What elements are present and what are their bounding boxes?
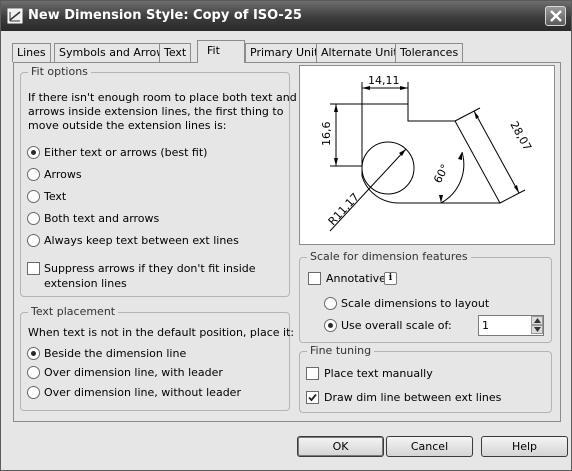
fine-tuning-title: Fine tuning (307, 344, 375, 357)
window-title: New Dimension Style: Copy of ISO-25 (28, 8, 302, 23)
tab-tolerances[interactable]: Tolerances (395, 43, 464, 62)
scale-title: Scale for dimension features (307, 250, 471, 263)
checkbox-label[interactable]: Suppress arrows if they don't fit inside (44, 262, 256, 275)
dim-angle-label: 60° (431, 162, 452, 185)
radio-label[interactable]: Over dimension line, without leader (44, 386, 241, 399)
radio-text[interactable] (27, 190, 40, 203)
checkbox-label[interactable]: extension lines (44, 277, 127, 290)
dim-radius-label: R11,17 (326, 191, 362, 228)
radio-label[interactable]: Text (44, 190, 66, 203)
fit-options-title: Fit options (28, 65, 91, 78)
radio-label[interactable]: Beside the dimension line (44, 347, 186, 360)
fit-description-line: arrows inside extension lines, the first… (28, 105, 284, 118)
checkmark-icon (308, 393, 317, 402)
radio-label[interactable]: Either text or arrows (best fit) (44, 146, 207, 159)
dim-right-label: 28,07 (507, 119, 534, 153)
place-text-manually-checkbox[interactable] (306, 367, 319, 380)
info-icon[interactable]: i (384, 272, 397, 285)
overall-scale-value: 1 (482, 319, 489, 332)
chevron-down-icon (534, 327, 541, 332)
cancel-button[interactable]: Cancel (386, 436, 473, 457)
close-icon (550, 10, 562, 22)
radio-label[interactable]: Scale dimensions to layout (341, 297, 489, 310)
tab-fit[interactable]: Fit (197, 40, 245, 63)
spin-up-button[interactable] (531, 316, 543, 325)
radio-over-dimension-line-without-leader[interactable] (27, 386, 40, 399)
checkbox-label[interactable]: Place text manually (324, 367, 433, 380)
help-button[interactable]: Help (481, 436, 568, 457)
radio-over-dimension-line-with-leader[interactable] (27, 366, 40, 379)
text-placement-title: Text placement (28, 305, 119, 318)
close-button[interactable] (545, 6, 566, 26)
radio-label[interactable]: Use overall scale of: (341, 319, 452, 332)
radio-beside-dimension-line[interactable] (27, 347, 40, 360)
dim-top-label: 14,11 (368, 74, 400, 87)
radio-always-keep-text[interactable] (27, 234, 40, 247)
radio-scale-to-layout[interactable] (324, 297, 337, 310)
annotative-checkbox[interactable] (308, 272, 321, 285)
annotative-label[interactable]: Annotative (326, 272, 386, 285)
tab-text[interactable]: Text (159, 43, 192, 62)
title-bar[interactable]: New Dimension Style: Copy of ISO-25 (1, 1, 571, 31)
radio-label[interactable]: Both text and arrows (44, 212, 159, 225)
dialog-window: New Dimension Style: Copy of ISO-25 Line… (0, 0, 572, 471)
ok-button[interactable]: OK (297, 436, 384, 457)
dim-left-label: 16,6 (320, 122, 333, 147)
radio-label[interactable]: Always keep text between ext lines (44, 234, 239, 247)
spin-down-button[interactable] (531, 325, 543, 334)
text-placement-description: When text is not in the default position… (28, 326, 295, 339)
draw-dim-line-checkbox[interactable] (306, 391, 319, 404)
tab-symbols-and-arrows[interactable]: Symbols and Arrows (54, 43, 176, 62)
fit-description-line: move outside the extension lines is: (28, 119, 227, 132)
radio-both-text-and-arrows[interactable] (27, 212, 40, 225)
tab-lines[interactable]: Lines (12, 43, 51, 62)
chevron-up-icon (534, 318, 541, 323)
fit-description-line: If there isn't enough room to place both… (28, 91, 297, 104)
radio-either-text-or-arrows[interactable] (27, 146, 40, 159)
suppress-arrows-checkbox[interactable] (27, 262, 40, 275)
dimension-style-icon (7, 8, 23, 24)
preview-drawing: 14,11 16,6 28,07 60° R11,17 (320, 74, 534, 232)
dimension-preview: 14,11 16,6 28,07 60° R11,17 (299, 65, 555, 245)
radio-label[interactable]: Over dimension line, with leader (44, 366, 223, 379)
overall-scale-input[interactable]: 1 (478, 315, 544, 336)
checkbox-label[interactable]: Draw dim line between ext lines (324, 391, 501, 404)
radio-use-overall-scale[interactable] (324, 319, 337, 332)
radio-arrows[interactable] (27, 168, 40, 181)
radio-label[interactable]: Arrows (44, 168, 82, 181)
